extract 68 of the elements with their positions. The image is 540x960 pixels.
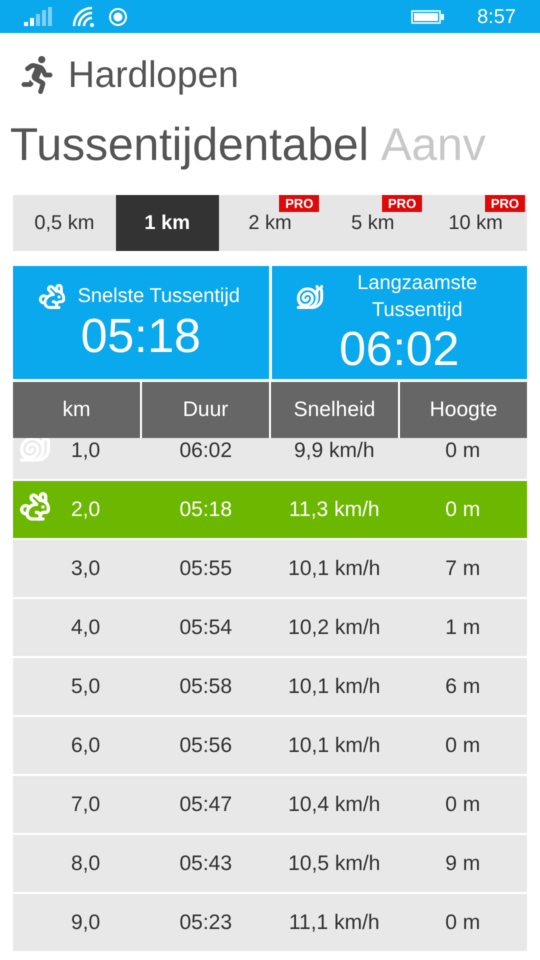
table-cell-text: 7,0 (71, 792, 100, 818)
column-header: Hoogte (400, 382, 527, 438)
table-cell-text: 05:18 (179, 496, 232, 523)
column-header: Snelheid (271, 382, 398, 438)
pivot-tab[interactable]: Tussentijdentabel (10, 110, 369, 178)
table-cell-text: 11,3 km/h (288, 496, 380, 523)
table-cell-text: 1,0 (71, 438, 100, 464)
wifi-icon (72, 6, 96, 28)
distance-tab[interactable]: 1 km (116, 195, 219, 251)
table-cell-text: 11,1 km/h (288, 910, 380, 936)
distance-tab[interactable]: PRO 5 km (321, 195, 424, 251)
table-cell-text: 0 m (445, 792, 480, 818)
table-cell-text: 10,2 km/h (288, 614, 380, 641)
table-cell-text: 4,0 (71, 614, 100, 641)
summary-label: Langzaamste Tussentijd (356, 270, 478, 322)
table-cell-text: 05:56 (179, 732, 232, 759)
table-cell-text: 10,1 km/h (288, 556, 380, 582)
table-row[interactable]: 5,0 05:58 10,1 km/h 6 m (13, 658, 527, 715)
table-cell-text: 6 m (445, 674, 480, 700)
pro-badge: PRO (484, 195, 525, 212)
table-cell-text: 0 m (445, 438, 480, 464)
table-row[interactable]: 9,0 05:23 11,1 km/h 0 m (13, 894, 527, 951)
table-cell-text: 10,4 km/h (288, 792, 380, 818)
table-row[interactable]: 4,0 05:54 10,2 km/h 1 m (13, 599, 527, 656)
distance-tab[interactable]: 0,5 km (13, 195, 116, 251)
table-cell-text: 05:54 (179, 614, 232, 641)
battery-icon (411, 10, 446, 24)
pro-badge: PRO (382, 195, 422, 212)
table-row[interactable]: 7,0 05:47 10,4 km/h 0 m (13, 776, 527, 833)
table-cell-text: 05:55 (179, 556, 232, 582)
table-cell-text: 5,0 (71, 674, 100, 700)
table-cell-text: 9,0 (71, 910, 100, 936)
table-cell-text: 05:47 (179, 792, 232, 818)
table-row[interactable]: 8,0 05:43 10,5 km/h 9 m (13, 835, 527, 892)
table-cell-text: 05:43 (179, 850, 232, 877)
column-header: Duur (142, 382, 269, 438)
table-cell-text: 10,1 km/h (288, 674, 380, 700)
table-row[interactable]: 6,0 05:56 10,1 km/h 0 m (13, 717, 527, 774)
summary-label: Snelste Tussentijd (76, 284, 241, 309)
table-cell-text: 06:02 (179, 438, 232, 464)
pro-badge: PRO (279, 195, 320, 212)
app-title: Hardlopen (68, 53, 239, 98)
column-header: km (13, 382, 140, 438)
table-cell-text: 05:23 (179, 910, 232, 936)
location-icon (108, 6, 128, 26)
table-cell-text: 3,0 (71, 556, 100, 582)
table-row[interactable]: 3,0 05:55 10,1 km/h 7 m (13, 540, 527, 597)
snail-icon (19, 438, 51, 464)
distance-tab[interactable]: PRO 10 km (424, 195, 527, 251)
rabbit-icon (19, 491, 51, 523)
table-cell-text: 10,1 km/h (288, 732, 380, 759)
table-cell-text: 10,5 km/h (288, 850, 380, 877)
table-cell-text: 2,0 (71, 496, 100, 523)
table-cell-text: 05:58 (179, 674, 232, 700)
table-cell-text: 6,0 (71, 732, 100, 759)
table-cell-text: 9 m (445, 850, 480, 877)
distance-tab[interactable]: PRO 2 km (218, 195, 322, 251)
table-row[interactable]: 1,0 06:02 9,9 km/h 0 m (13, 438, 527, 479)
summary-time: 05:18 (80, 310, 201, 362)
table-cell-text: 0 m (445, 496, 480, 523)
status-time: 8:57 (477, 4, 516, 30)
table-cell-text: 9,9 km/h (294, 438, 375, 464)
table-cell-text: 0 m (445, 910, 480, 936)
summary-time: 06:02 (339, 324, 460, 376)
table-cell-text: 8,0 (71, 850, 100, 877)
table-cell-text: 0 m (445, 732, 480, 759)
table-cell-text: 1 m (445, 614, 480, 641)
table-cell-text: 7 m (445, 556, 480, 582)
